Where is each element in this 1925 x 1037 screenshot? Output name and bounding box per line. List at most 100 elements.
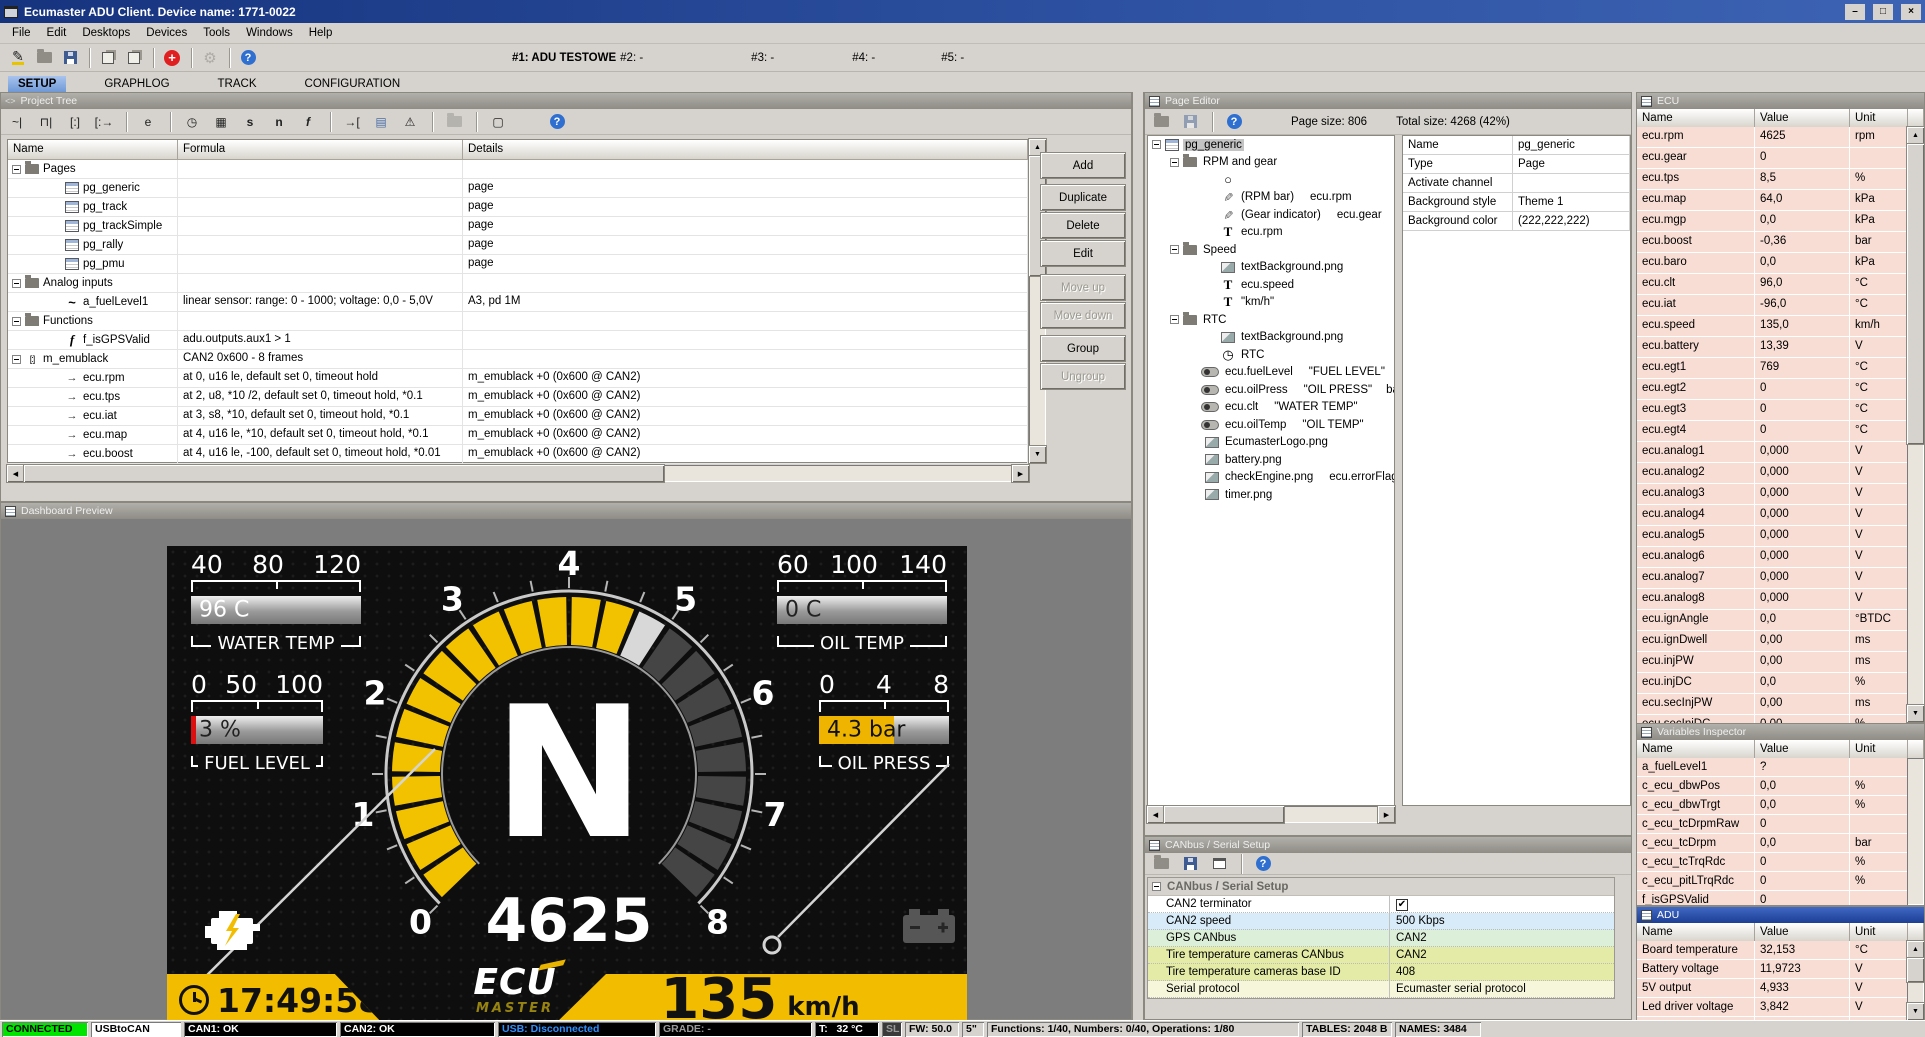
main-tab[interactable]: CONFIGURATION	[295, 76, 411, 92]
channel-row[interactable]: ecu.analog6 0,000 V	[1637, 547, 1909, 568]
menu-item[interactable]: Devices	[138, 25, 195, 41]
vscroll-thumb[interactable]	[1907, 958, 1924, 982]
channel-row[interactable]: ecu.secInjPW 0,00 ms	[1637, 694, 1909, 715]
channel-row[interactable]: ecu.ignDwell 0,00 ms	[1637, 631, 1909, 652]
device-slot[interactable]: #5: -	[941, 52, 964, 64]
add-document-button[interactable]: ▢	[486, 111, 510, 133]
add-alarm-button[interactable]: ⚠	[398, 111, 422, 133]
setting-row[interactable]: Serial protocol Ecumaster serial protoco…	[1148, 981, 1614, 998]
close-button[interactable]: ×	[1901, 4, 1921, 20]
channel-row[interactable]: ecu.baro 0,0 kPa	[1637, 253, 1909, 274]
page-tree-item[interactable]: ecu.rpm	[1148, 224, 1394, 242]
adu-row[interactable]: Battery voltage 11,9723 V	[1637, 960, 1909, 979]
channel-row[interactable]: ecu.analog1 0,000 V	[1637, 442, 1909, 463]
add-canbus-input-button[interactable]: [:→	[92, 111, 116, 133]
page-tree-item[interactable]: RPM and gear	[1148, 154, 1394, 172]
expand-toggle[interactable]	[1152, 140, 1161, 149]
column-header-value[interactable]: Value	[1755, 109, 1850, 128]
table-row[interactable]: f_isGPSValid adu.outputs.aux1 > 1	[8, 331, 1028, 350]
page-tree-item[interactable]: ecu.clt "WATER TEMP"	[1148, 399, 1394, 417]
scroll-left-icon[interactable]: ◀	[7, 465, 24, 482]
canbus-window-button[interactable]	[1207, 853, 1231, 875]
setting-row[interactable]: Tire temperature cameras CANbus CAN2	[1148, 947, 1614, 964]
scroll-up-icon[interactable]: ▲	[1907, 941, 1924, 958]
tree-properties-splitter[interactable]	[1395, 135, 1402, 806]
variable-row[interactable]: c_ecu_tcDrpm 0,0 bar	[1637, 834, 1909, 853]
page-tree-item[interactable]	[1148, 171, 1394, 189]
main-tab[interactable]: GRAPHLOG	[94, 76, 179, 92]
channel-row[interactable]: ecu.gear 0	[1637, 148, 1909, 169]
column-header-name[interactable]: Name	[1637, 109, 1755, 128]
page-tree-item[interactable]: battery.png	[1148, 451, 1394, 469]
canbus-help-button[interactable]: ?	[1251, 853, 1275, 875]
property-row[interactable]: Type Page	[1403, 155, 1630, 174]
channel-row[interactable]: ecu.analog4 0,000 V	[1637, 505, 1909, 526]
setting-row[interactable]: GPS CANbus CAN2	[1148, 930, 1614, 947]
tree-action-button[interactable]: Delete	[1041, 213, 1125, 238]
property-row[interactable]: Background style Theme 1	[1403, 193, 1630, 212]
add-canbus-frame-button[interactable]: [:]	[63, 111, 87, 133]
device-slot[interactable]: #3: -	[751, 52, 774, 64]
variable-row[interactable]: f_isGPSValid 0	[1637, 891, 1909, 905]
table-row[interactable]: Functions	[8, 312, 1028, 331]
channel-row[interactable]: ecu.map 64,0 kPa	[1637, 190, 1909, 211]
column-header-details[interactable]: Details	[463, 140, 1028, 160]
column-header-name[interactable]: Name	[1637, 923, 1755, 942]
menu-item[interactable]: File	[4, 25, 39, 41]
variable-row[interactable]: c_ecu_pitLTrqRdc 0 %	[1637, 872, 1909, 891]
property-row[interactable]: Activate channel	[1403, 174, 1630, 193]
main-tab[interactable]: TRACK	[208, 76, 267, 92]
page-tree-item[interactable]: RTC	[1148, 346, 1394, 364]
menu-item[interactable]: Help	[301, 25, 341, 41]
add-group-button[interactable]	[442, 111, 466, 133]
add-digital-input-button[interactable]: ⊓|	[34, 111, 58, 133]
hscroll-thumb[interactable]	[24, 465, 664, 482]
table-row[interactable]: ecu.rpm at 0, u16 le, default set 0, tim…	[8, 369, 1028, 388]
page-tree-hscrollbar[interactable]: ◀ ▶	[1147, 806, 1395, 823]
main-tab[interactable]: SETUP	[8, 76, 66, 92]
page-tree-item[interactable]: timer.png	[1148, 486, 1394, 504]
vscroll-thumb[interactable]	[1907, 144, 1924, 444]
tree-action-button[interactable]: Move down	[1041, 303, 1125, 328]
add-analog-input-button[interactable]: ~|	[5, 111, 29, 133]
channel-row[interactable]: ecu.boost -0,36 bar	[1637, 232, 1909, 253]
tree-action-button[interactable]: Duplicate	[1041, 185, 1125, 210]
column-header-formula[interactable]: Formula	[178, 140, 463, 160]
channel-row[interactable]: ecu.egt2 0 °C	[1637, 379, 1909, 400]
table-row[interactable]: pg_generic page	[8, 179, 1028, 198]
scroll-left-icon[interactable]: ◀	[1147, 806, 1164, 823]
page-help-button[interactable]: ?	[1222, 111, 1246, 133]
channel-row[interactable]: ecu.egt1 769 °C	[1637, 358, 1909, 379]
column-header-unit[interactable]: Unit	[1850, 109, 1908, 128]
table-row[interactable]: ecu.boost at 4, u16 le, -100, default se…	[8, 445, 1028, 464]
paste-config-button[interactable]	[122, 47, 146, 69]
channel-row[interactable]: ecu.egt3 0 °C	[1637, 400, 1909, 421]
expand-toggle[interactable]	[12, 355, 21, 364]
scroll-up-icon[interactable]: ▲	[1907, 127, 1924, 144]
page-tree-item[interactable]: "km/h"	[1148, 294, 1394, 312]
scroll-right-icon[interactable]: ▶	[1378, 806, 1395, 823]
page-tree-item[interactable]: (RPM bar) ecu.rpm	[1148, 189, 1394, 207]
menu-item[interactable]: Tools	[195, 25, 238, 41]
table-row[interactable]: Analog inputs	[8, 274, 1028, 293]
adu-row[interactable]: Board temperature 32,153 °C	[1637, 941, 1909, 960]
open-project-button[interactable]	[32, 47, 56, 69]
copy-config-button[interactable]	[96, 47, 120, 69]
channel-row[interactable]: ecu.injPW 0,00 ms	[1637, 652, 1909, 673]
channel-row[interactable]: ecu.analog8 0,000 V	[1637, 589, 1909, 610]
expand-toggle[interactable]	[1170, 158, 1179, 167]
channel-row[interactable]: ecu.iat -96,0 °C	[1637, 295, 1909, 316]
device-slot[interactable]: #1: ADU TESTOWE	[512, 52, 616, 64]
maximize-button[interactable]: □	[1873, 4, 1893, 20]
table-row[interactable]: m_emublack CAN2 0x600 - 8 frames	[8, 350, 1028, 369]
expand-toggle[interactable]	[12, 279, 21, 288]
project-help-button[interactable]: ?	[545, 111, 569, 133]
add-table-button[interactable]: ▦	[209, 111, 233, 133]
channel-row[interactable]: ecu.clt 96,0 °C	[1637, 274, 1909, 295]
add-page-button[interactable]: ▤	[369, 111, 393, 133]
device-slot[interactable]: #2: -	[620, 52, 643, 64]
channel-row[interactable]: ecu.analog5 0,000 V	[1637, 526, 1909, 547]
tree-action-button[interactable]: Move up	[1041, 275, 1125, 300]
table-row[interactable]: pg_track page	[8, 198, 1028, 217]
variable-row[interactable]: c_ecu_tcDrpmRaw 0	[1637, 815, 1909, 834]
